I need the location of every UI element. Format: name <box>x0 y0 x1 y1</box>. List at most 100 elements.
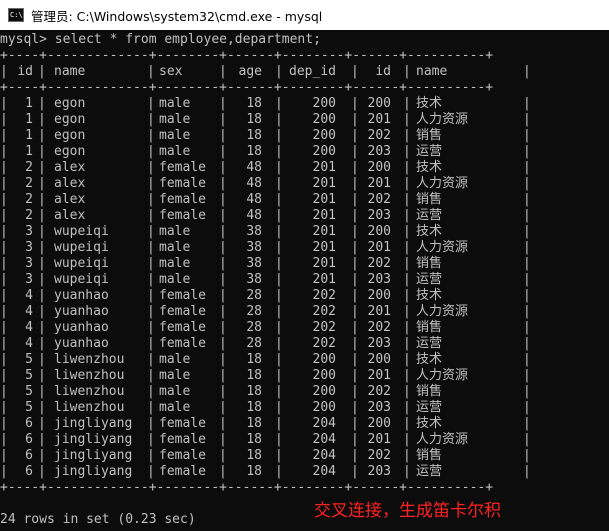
column-header: name <box>416 64 448 79</box>
column-separator: | <box>38 112 46 127</box>
column-separator: | <box>403 128 411 143</box>
column-separator: | <box>0 240 8 255</box>
column-separator: | <box>38 64 46 79</box>
table-border: +----+-------------+--------+------+----… <box>0 480 494 495</box>
column-separator: | <box>38 288 46 303</box>
table-cell: 运营 <box>416 272 443 287</box>
column-separator: | <box>403 320 411 335</box>
table-cell: female <box>159 432 206 447</box>
column-separator: | <box>147 352 155 367</box>
table-cell: 运营 <box>416 144 443 159</box>
table-cell: egon <box>54 144 86 159</box>
column-separator: | <box>0 208 8 223</box>
table-cell: 5 <box>25 352 33 367</box>
column-separator: | <box>0 112 8 127</box>
column-separator: | <box>0 256 8 271</box>
column-header: id <box>375 64 391 79</box>
table-cell: male <box>159 112 191 127</box>
column-separator: | <box>523 464 531 479</box>
column-header: age <box>238 64 262 79</box>
column-separator: | <box>403 112 411 127</box>
table-cell: 200 <box>367 160 391 175</box>
column-separator: | <box>147 160 155 175</box>
table-cell: 18 <box>246 464 262 479</box>
column-separator: | <box>147 320 155 335</box>
column-separator: | <box>523 320 531 335</box>
column-separator: | <box>523 304 531 319</box>
table-cell: 48 <box>246 208 262 223</box>
cmd-prompt-icon: C:\ <box>8 8 24 22</box>
column-separator: | <box>523 160 531 175</box>
column-separator: | <box>403 288 411 303</box>
table-cell: 3 <box>25 240 33 255</box>
table-cell: wupeiqi <box>54 272 109 287</box>
column-separator: | <box>523 192 531 207</box>
column-separator: | <box>38 448 46 463</box>
column-separator: | <box>38 416 46 431</box>
column-separator: | <box>147 432 155 447</box>
console-output[interactable]: mysql> select * from employee,department… <box>0 30 609 531</box>
table-cell: 销售 <box>416 256 443 271</box>
table-cell: 28 <box>246 288 262 303</box>
table-cell: 202 <box>367 128 391 143</box>
column-separator: | <box>0 464 8 479</box>
table-cell: 1 <box>25 96 33 111</box>
table-cell: jingliyang <box>54 464 133 479</box>
table-cell: 200 <box>367 352 391 367</box>
table-cell: female <box>159 208 206 223</box>
table-cell: 人力资源 <box>416 368 469 383</box>
table-cell: 运营 <box>416 336 443 351</box>
column-separator: | <box>523 400 531 415</box>
table-cell: 3 <box>25 224 33 239</box>
column-separator: | <box>147 176 155 191</box>
table-cell: 202 <box>367 448 391 463</box>
table-cell: 201 <box>367 304 391 319</box>
column-separator: | <box>0 272 8 287</box>
table-cell: 4 <box>25 320 33 335</box>
table-cell: 202 <box>312 320 336 335</box>
column-separator: | <box>38 384 46 399</box>
table-cell: 48 <box>246 192 262 207</box>
column-separator: | <box>38 256 46 271</box>
table-cell: 202 <box>367 256 391 271</box>
table-cell: female <box>159 320 206 335</box>
table-cell: 1 <box>25 128 33 143</box>
table-cell: wupeiqi <box>54 256 109 271</box>
column-separator: | <box>147 448 155 463</box>
table-cell: 18 <box>246 128 262 143</box>
table-cell: male <box>159 128 191 143</box>
title-bar[interactable]: C:\ 管理员: C:\Windows\system32\cmd.exe - m… <box>0 0 609 30</box>
table-cell: 201 <box>312 240 336 255</box>
column-separator: | <box>523 96 531 111</box>
column-separator: | <box>403 64 411 79</box>
table-cell: 203 <box>367 272 391 287</box>
column-separator: | <box>38 208 46 223</box>
table-cell: 2 <box>25 176 33 191</box>
table-cell: 201 <box>312 208 336 223</box>
table-cell: alex <box>54 208 86 223</box>
table-cell: male <box>159 352 191 367</box>
table-cell: 18 <box>246 144 262 159</box>
table-cell: alex <box>54 160 86 175</box>
table-cell: 3 <box>25 272 33 287</box>
column-separator: | <box>523 432 531 447</box>
column-separator: | <box>38 160 46 175</box>
table-cell: 48 <box>246 176 262 191</box>
column-separator: | <box>147 96 155 111</box>
table-cell: yuanhao <box>54 336 109 351</box>
table-cell: 202 <box>312 304 336 319</box>
column-separator: | <box>147 288 155 303</box>
table-cell: 技术 <box>416 288 443 303</box>
table-cell: 18 <box>246 416 262 431</box>
table-cell: 销售 <box>416 320 443 335</box>
column-header: name <box>54 64 86 79</box>
column-separator: | <box>38 464 46 479</box>
column-separator: | <box>147 368 155 383</box>
result-summary: 24 rows in set (0.23 sec) <box>0 512 196 527</box>
table-cell: 技术 <box>416 224 443 239</box>
column-separator: | <box>0 288 8 303</box>
column-separator: | <box>403 160 411 175</box>
table-cell: 202 <box>367 384 391 399</box>
table-cell: 200 <box>367 288 391 303</box>
table-cell: 运营 <box>416 464 443 479</box>
